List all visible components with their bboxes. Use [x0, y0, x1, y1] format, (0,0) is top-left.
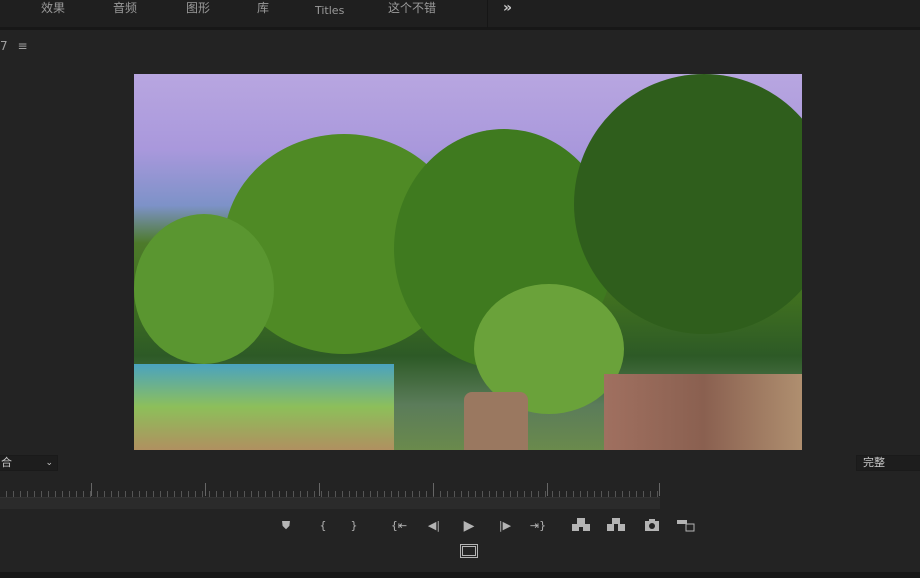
add-marker-button[interactable]: ⛊	[277, 518, 295, 534]
safe-margins-icon	[460, 544, 478, 558]
panel-title: 7	[0, 39, 8, 53]
mark-out-icon: }	[350, 519, 358, 532]
lift-button[interactable]	[572, 518, 590, 534]
step-forward-button[interactable]: |▶	[496, 518, 514, 534]
mark-out-button[interactable]: }	[345, 518, 363, 534]
step-back-icon: ◀|	[427, 519, 441, 532]
extract-button[interactable]	[607, 518, 625, 534]
zoom-scroll-bar[interactable]	[0, 497, 660, 509]
ruler-major-tick	[433, 483, 434, 496]
safe-margins-button[interactable]	[460, 544, 478, 560]
lift-icon	[572, 518, 590, 531]
ruler-major-tick	[319, 483, 320, 496]
step-back-button[interactable]: ◀|	[425, 518, 443, 534]
ruler-major-tick	[91, 483, 92, 496]
program-monitor-header: 7 ≡	[0, 39, 28, 53]
go-to-in-button[interactable]: {⇤	[390, 518, 408, 534]
step-forward-icon: |▶	[498, 519, 512, 532]
extract-icon	[607, 518, 625, 531]
go-to-out-button[interactable]: ⇥}	[529, 518, 547, 534]
time-ruler[interactable]	[0, 483, 660, 497]
button-editor-button[interactable]	[677, 518, 695, 534]
panel-bottom-border	[0, 572, 920, 578]
go-to-in-icon: {⇤	[390, 519, 408, 532]
program-monitor-video-frame	[134, 74, 802, 450]
fit-zoom-value: 合	[1, 456, 12, 469]
tab-libraries[interactable]: 库	[257, 0, 269, 28]
play-icon: ▶	[463, 518, 475, 534]
play-button[interactable]: ▶	[460, 518, 478, 534]
fit-zoom-select[interactable]: 合 ⌄	[0, 455, 58, 471]
tab-audio[interactable]: 音频	[113, 0, 137, 28]
panel-menu-icon[interactable]: ≡	[17, 39, 27, 53]
mark-in-button[interactable]: {	[314, 518, 332, 534]
marker-icon: ⛊	[281, 519, 291, 532]
tab-custom-workspace[interactable]: 这个不错	[388, 0, 436, 28]
export-frame-button[interactable]	[643, 518, 661, 534]
go-to-out-icon: ⇥}	[529, 519, 547, 532]
ruler-major-tick	[205, 483, 206, 496]
playback-resolution-select[interactable]: 完整	[856, 455, 920, 471]
mark-in-icon: {	[319, 519, 327, 532]
panel-tab-bar: 效果 音频 图形 库 Titles 这个不错 »	[0, 0, 920, 30]
more-tabs-button[interactable]: »	[487, 0, 527, 28]
button-editor-icon	[677, 520, 695, 532]
playback-resolution-value: 完整	[863, 456, 885, 469]
ruler-major-tick	[547, 483, 548, 496]
tab-effects[interactable]: 效果	[41, 0, 65, 28]
ruler-major-tick	[659, 483, 660, 496]
camera-icon	[645, 519, 659, 531]
chevron-down-icon: ⌄	[45, 458, 53, 468]
tab-graphics[interactable]: 图形	[186, 0, 210, 28]
tab-titles[interactable]: Titles	[315, 2, 344, 30]
